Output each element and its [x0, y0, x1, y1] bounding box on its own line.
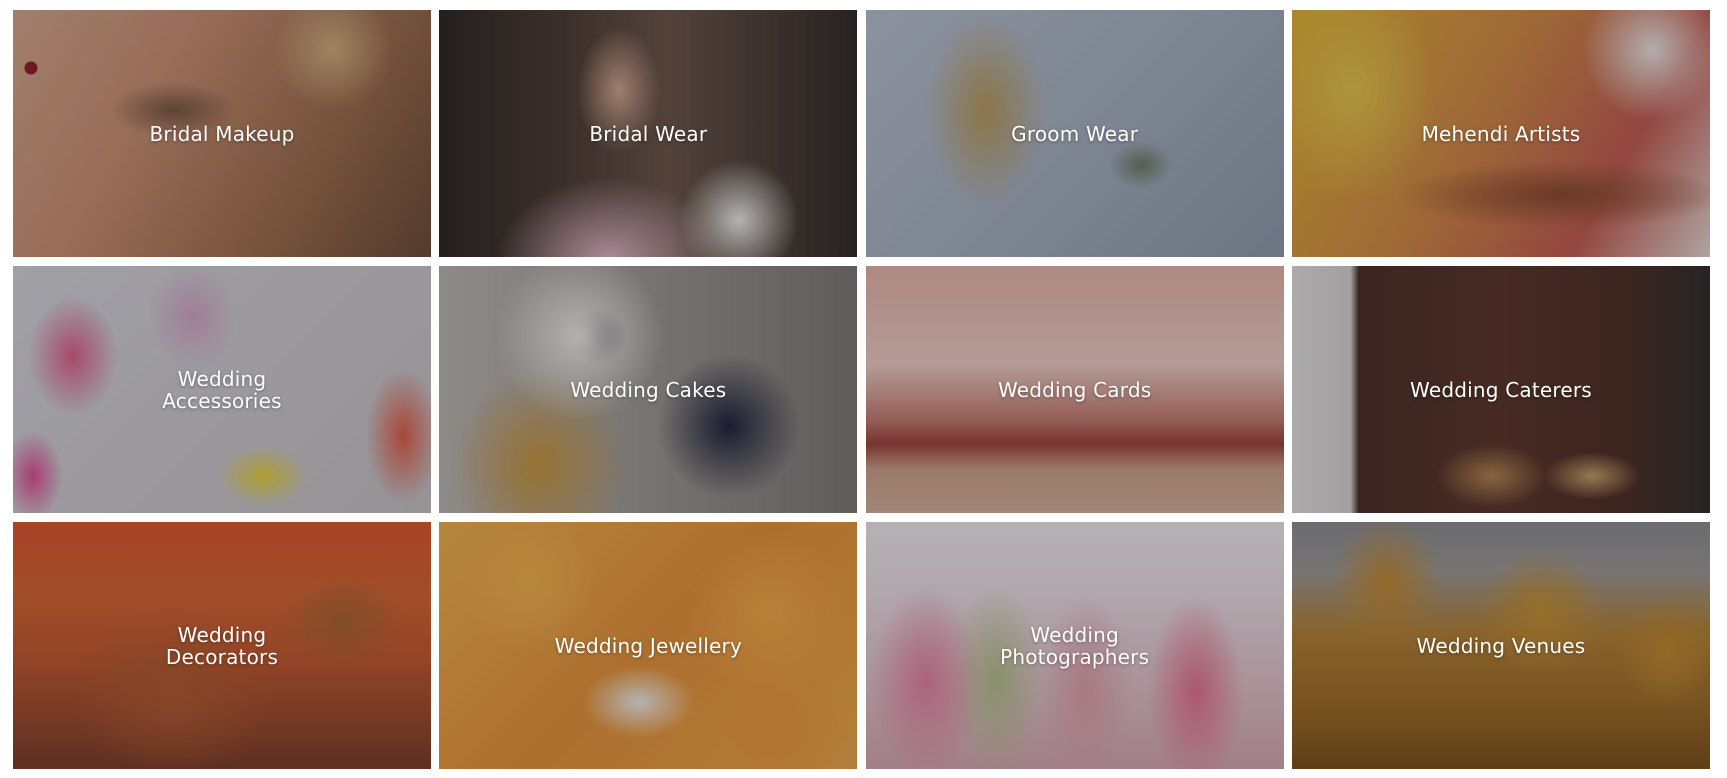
category-label: Mehendi Artists	[1421, 121, 1581, 146]
category-tile-groom-wear[interactable]: Groom Wear	[865, 10, 1284, 257]
category-tile-wedding-decorators[interactable]: Wedding Decorators	[13, 522, 431, 769]
category-label: Bridal Wear	[589, 121, 708, 146]
category-label: Wedding Caterers	[1410, 377, 1592, 402]
category-label: Wedding Accessories	[162, 366, 282, 413]
category-label: Wedding Decorators	[165, 622, 279, 669]
category-label: Wedding Cards	[997, 377, 1152, 402]
category-tile-bridal-makeup[interactable]: Bridal Makeup	[13, 10, 431, 257]
category-tile-wedding-accessories[interactable]: Wedding Accessories	[13, 266, 431, 513]
category-tile-wedding-cakes[interactable]: Wedding Cakes	[439, 266, 858, 513]
category-tile-wedding-venues[interactable]: Wedding Venues	[1291, 522, 1710, 769]
category-label: Bridal Makeup	[149, 121, 295, 146]
category-tile-wedding-jewellery[interactable]: Wedding Jewellery	[439, 522, 858, 769]
category-label: Wedding Photographers	[1000, 622, 1150, 669]
category-label: Wedding Jewellery	[554, 633, 742, 658]
category-tile-bridal-wear[interactable]: Bridal Wear	[439, 10, 858, 257]
category-label: Wedding Cakes	[570, 377, 727, 402]
category-grid: Bridal Makeup Bridal Wear Groom Wear Meh…	[13, 10, 1710, 769]
category-label: Wedding Venues	[1416, 633, 1586, 658]
category-label: Groom Wear	[1011, 121, 1139, 146]
category-tile-mehendi-artists[interactable]: Mehendi Artists	[1291, 10, 1710, 257]
category-tile-wedding-caterers[interactable]: Wedding Caterers	[1291, 266, 1710, 513]
category-tile-wedding-photographers[interactable]: Wedding Photographers	[865, 522, 1284, 769]
category-tile-wedding-cards[interactable]: Wedding Cards	[865, 266, 1284, 513]
